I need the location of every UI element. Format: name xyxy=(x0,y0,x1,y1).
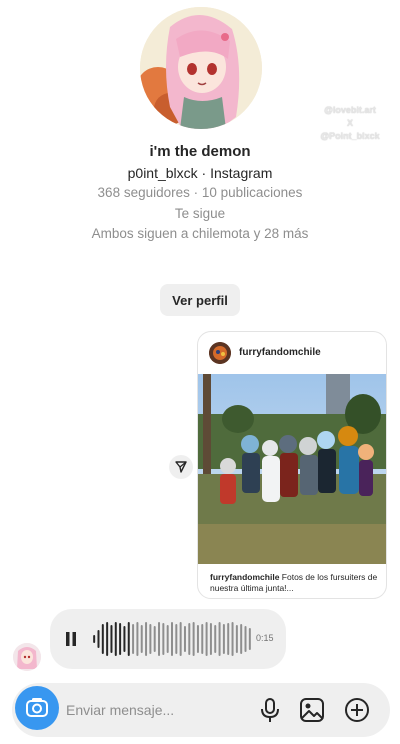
view-profile-button[interactable]: Ver perfil xyxy=(160,284,240,316)
camera-button[interactable] xyxy=(15,686,59,730)
sender-avatar-image xyxy=(13,643,41,671)
post-photo[interactable] xyxy=(198,374,386,564)
share-icon xyxy=(175,461,187,473)
profile-display-name: i'm the demon xyxy=(149,143,251,160)
microphone-icon xyxy=(261,698,279,722)
waveform-bar xyxy=(106,622,109,656)
waveform-bar xyxy=(171,622,173,656)
profile-avatar-image xyxy=(140,7,262,129)
share-button[interactable] xyxy=(169,455,193,479)
post-caption: furryfandomchile Fotos de los fursuiters… xyxy=(210,572,380,594)
waveform-bar xyxy=(235,625,238,653)
waveform-bar xyxy=(222,624,225,654)
watermark: @lovebit.art X @Point_blxck xyxy=(310,104,390,143)
fursuiters-group-photo xyxy=(198,374,386,564)
waveform-bar xyxy=(158,622,161,656)
waveform-bar xyxy=(205,622,208,656)
waveform-bar xyxy=(179,622,182,656)
waveform-bar xyxy=(114,622,117,656)
waveform-bar xyxy=(166,625,169,653)
waveform-bar xyxy=(149,624,152,654)
waveform-bar xyxy=(196,625,199,653)
message-input[interactable] xyxy=(66,695,246,725)
waveform-bar xyxy=(218,622,221,656)
waveform-bar xyxy=(183,626,186,652)
waveform-bar xyxy=(153,626,156,652)
waveform-bar xyxy=(231,622,234,656)
voice-message-bubble[interactable]: 0:15 xyxy=(50,609,286,669)
waveform-bar xyxy=(145,622,148,656)
gallery-button[interactable] xyxy=(298,696,326,724)
plus-circle-icon xyxy=(345,698,369,722)
microphone-button[interactable] xyxy=(257,696,283,724)
watermark-line: @lovebit.art xyxy=(324,105,376,115)
waveform-bar xyxy=(214,625,217,653)
post-account-name: furryfandomchile xyxy=(239,347,321,358)
pause-button[interactable] xyxy=(64,631,78,647)
waveform-bar xyxy=(140,625,143,653)
follows-you-text: Te sigue xyxy=(174,206,226,221)
waveform-bar xyxy=(127,622,130,656)
post-account-avatar xyxy=(209,342,231,364)
waveform-bar xyxy=(123,626,126,652)
waveform-bar xyxy=(227,623,230,655)
waveform-bar xyxy=(244,626,247,652)
waveform-bar xyxy=(101,624,104,654)
profile-avatar[interactable] xyxy=(140,7,262,129)
post-header[interactable]: furryfandomchile xyxy=(198,332,386,374)
voice-duration: 0:15 xyxy=(256,633,274,643)
pause-icon xyxy=(66,632,76,646)
waveform-bar xyxy=(209,623,212,655)
profile-username: p0int_blxck · Instagram xyxy=(127,165,273,181)
waveform-bar xyxy=(93,635,96,643)
waveform-bar xyxy=(188,623,191,655)
sender-avatar[interactable] xyxy=(13,643,41,671)
shared-post-card[interactable]: furryfandomchile furryfandomchile Fotos … xyxy=(197,331,387,599)
waveform-bar xyxy=(136,622,139,656)
camera-icon xyxy=(26,698,48,717)
watermark-line: @Point_blxck xyxy=(320,131,380,141)
waveform-bar xyxy=(175,624,178,654)
waveform-bar xyxy=(201,624,204,654)
post-caption-username: furryfandomchile xyxy=(210,572,280,582)
waveform-bar xyxy=(192,622,195,656)
gallery-icon xyxy=(300,698,324,722)
waveform-bar xyxy=(248,628,251,650)
plus-button[interactable] xyxy=(343,696,371,724)
post-account-logo xyxy=(209,342,231,364)
voice-waveform[interactable] xyxy=(92,619,252,659)
message-composer xyxy=(12,683,390,737)
watermark-line: X xyxy=(346,118,353,128)
waveform-bar xyxy=(97,630,100,648)
waveform-bar xyxy=(119,623,122,655)
waveform-bar xyxy=(110,625,113,653)
waveform-bar xyxy=(240,624,243,654)
waveform-bar xyxy=(132,624,135,654)
waveform-bar xyxy=(162,623,165,655)
mutual-followers-text: Ambos siguen a chilemota y 28 más xyxy=(91,226,309,241)
profile-stats: 368 seguidores · 10 publicaciones xyxy=(97,185,303,200)
